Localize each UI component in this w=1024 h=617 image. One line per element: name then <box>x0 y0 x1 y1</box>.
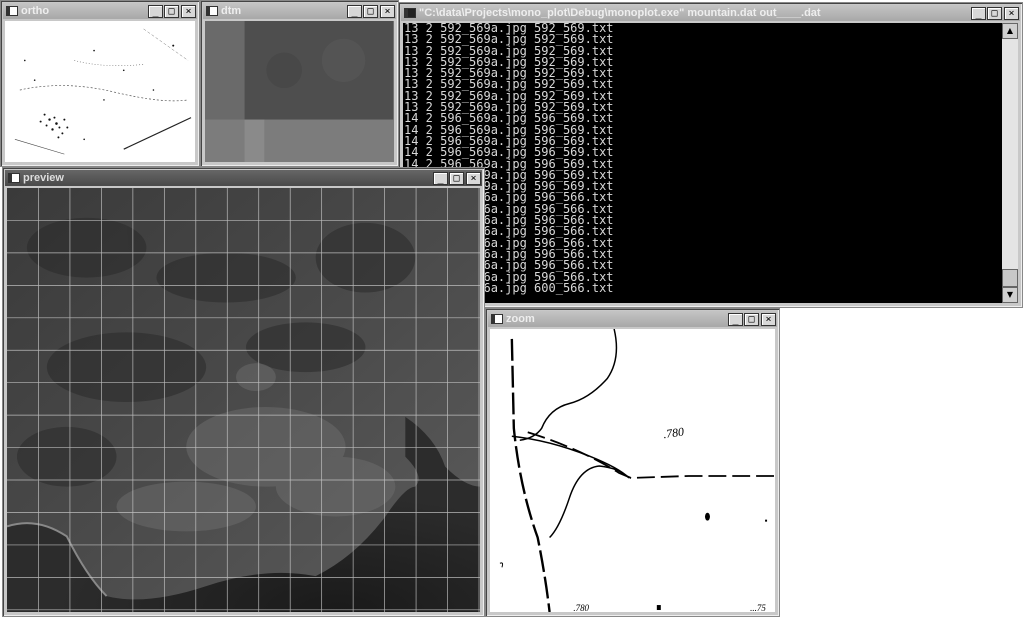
close-button[interactable]: × <box>181 4 196 18</box>
window-title: zoom <box>506 313 535 325</box>
console-output[interactable]: 13 2 592_569a.jpg 592_569.txt 13 2 592_56… <box>403 23 1002 303</box>
elevation-label-1: .780 <box>662 424 685 441</box>
minimize-button[interactable]: _ <box>148 4 163 18</box>
zoom-window: zoom _ □ × .780 .780 ...75 <box>485 308 780 617</box>
close-button[interactable]: × <box>466 171 481 185</box>
ortho-titlebar[interactable]: ortho _ □ × <box>3 3 197 19</box>
console-titlebar[interactable]: "C:\data\Projects\mono_plot\Debug\monopl… <box>401 5 1020 21</box>
close-button[interactable]: × <box>1004 6 1019 20</box>
ortho-window: ortho _ □ × <box>0 0 200 167</box>
elevation-label-2: .780 <box>573 603 589 612</box>
preview-window: preview _ □ × <box>2 167 485 617</box>
maximize-button[interactable]: □ <box>363 4 378 18</box>
console-app-icon[interactable] <box>404 8 416 18</box>
maximize-button[interactable]: □ <box>987 6 1002 20</box>
minimize-button[interactable]: _ <box>347 4 362 18</box>
scroll-up-button[interactable]: ▲ <box>1002 23 1018 39</box>
window-menu-icon[interactable] <box>491 314 503 324</box>
elevation-label-3: ...75 <box>750 603 766 612</box>
maximize-button[interactable]: □ <box>164 4 179 18</box>
dtm-elevation-image <box>205 21 394 162</box>
window-menu-icon[interactable] <box>6 6 18 16</box>
zoom-titlebar[interactable]: zoom _ □ × <box>488 311 777 327</box>
preview-titlebar[interactable]: preview _ □ × <box>5 170 482 186</box>
window-title: dtm <box>221 5 242 17</box>
dtm-window: dtm _ □ × <box>200 0 399 167</box>
console-lines: 13 2 592_569a.jpg 592_569.txt 13 2 592_56… <box>403 23 1002 294</box>
preview-canvas[interactable] <box>7 188 480 612</box>
zoom-map-image: .780 .780 ...75 <box>490 329 775 612</box>
minimize-button[interactable]: _ <box>433 171 448 185</box>
close-button[interactable]: × <box>761 312 776 326</box>
window-menu-icon[interactable] <box>8 173 20 183</box>
dtm-canvas[interactable] <box>205 21 394 162</box>
window-menu-icon[interactable] <box>206 6 218 16</box>
minimize-button[interactable]: _ <box>971 6 986 20</box>
ortho-map-image <box>5 21 195 162</box>
ortho-canvas[interactable] <box>5 21 195 162</box>
vertical-scrollbar[interactable]: ▲ ▼ <box>1002 23 1018 303</box>
dtm-titlebar[interactable]: dtm _ □ × <box>203 3 396 19</box>
window-title: "C:\data\Projects\mono_plot\Debug\monopl… <box>419 7 821 19</box>
maximize-button[interactable]: □ <box>449 171 464 185</box>
minimize-button[interactable]: _ <box>728 312 743 326</box>
window-title: ortho <box>21 5 50 17</box>
satellite-image-with-grid <box>7 188 480 612</box>
zoom-canvas[interactable]: .780 .780 ...75 <box>490 329 775 612</box>
close-button[interactable]: × <box>380 4 395 18</box>
maximize-button[interactable]: □ <box>744 312 759 326</box>
scroll-down-button[interactable]: ▼ <box>1002 287 1018 303</box>
console-window: "C:\data\Projects\mono_plot\Debug\monopl… <box>398 2 1023 308</box>
window-title: preview <box>23 172 64 184</box>
scroll-thumb[interactable] <box>1002 269 1018 287</box>
console-line: 15 2 596_566a.jpg 600_566.txt <box>404 280 614 295</box>
